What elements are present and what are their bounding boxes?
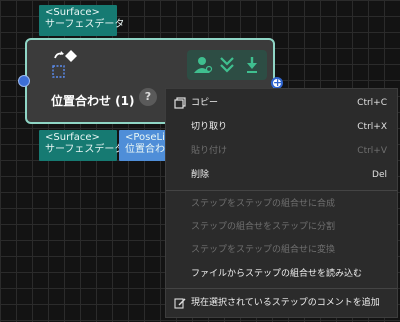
collapse-chevrons-icon[interactable] [219, 56, 235, 74]
menu-item-combine-steps[interactable]: ステップをステップの組合せに合成 [166, 193, 397, 215]
menu-item-label: 現在選択されているステップのコメントを追加 [191, 298, 380, 308]
menu-item-copy[interactable]: コピー Ctrl+C [166, 92, 397, 114]
menu-item-label: ステップをステップの組合せに合成 [191, 199, 336, 209]
menu-item-shortcut: Ctrl+V [357, 146, 387, 156]
menu-separator [166, 190, 397, 191]
port-name-label: サーフェスデータ [45, 19, 125, 30]
menu-item-label: ステップをステップの組合せに変換 [191, 245, 336, 255]
menu-item-add-comment[interactable]: 現在選択されているステップのコメントを追加 [166, 292, 397, 314]
menu-separator [166, 288, 397, 289]
edit-comment-icon [174, 298, 186, 309]
help-icon[interactable]: ? [139, 88, 157, 106]
menu-item-shortcut: Ctrl+C [357, 98, 387, 108]
port-type-label: <Surface> [45, 7, 100, 18]
menu-item-label: 貼り付け [191, 146, 228, 156]
menu-item-convert-steps[interactable]: ステップをステップの組合せに変換 [166, 239, 397, 261]
menu-item-label: ファイルからステップの組合せを読み込む [191, 269, 363, 279]
menu-item-split-steps[interactable]: ステップの組合せをステップに分割 [166, 216, 397, 238]
menu-item-shortcut: Del [372, 170, 387, 180]
output-port-surface[interactable]: <Surface> サーフェスデータ [39, 130, 125, 161]
user-visible-icon[interactable] [193, 56, 213, 74]
port-name-label: サーフェスデータ [45, 144, 125, 155]
context-menu: コピー Ctrl+C 切り取り Ctrl+X 貼り付け Ctrl+V 削除 De… [165, 88, 398, 318]
download-arrow-icon[interactable] [244, 56, 260, 74]
menu-item-label: 削除 [191, 170, 210, 180]
menu-item-cut[interactable]: 切り取り Ctrl+X [166, 116, 397, 138]
copy-icon [174, 97, 186, 109]
menu-item-load-from-file[interactable]: ファイルからステップの組合せを読み込む [166, 263, 397, 285]
menu-item-shortcut: Ctrl+X [357, 122, 387, 132]
alignment-step-icon [52, 50, 77, 78]
menu-item-label: 切り取り [191, 122, 228, 132]
input-connector[interactable] [18, 75, 30, 87]
node-status-toolbar [187, 50, 267, 80]
port-type-label: <Surface> [45, 132, 100, 143]
menu-item-paste[interactable]: 貼り付け Ctrl+V [166, 140, 397, 162]
menu-item-label: ステップの組合せをステップに分割 [191, 222, 336, 232]
menu-item-label: コピー [191, 98, 219, 108]
node-title: 位置合わせ (1) [51, 94, 135, 108]
menu-item-delete[interactable]: 削除 Del [166, 164, 397, 186]
input-port-surface[interactable]: <Surface> サーフェスデータ [39, 5, 125, 36]
